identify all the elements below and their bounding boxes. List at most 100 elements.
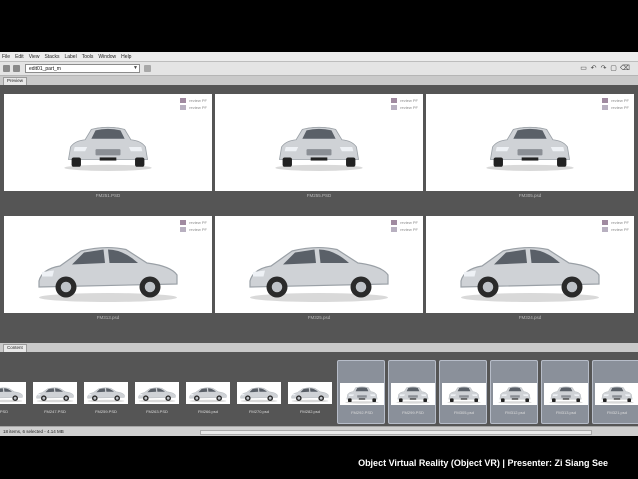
thumbnail-caption: FM299.PSD bbox=[402, 410, 424, 415]
preview-item[interactable]: review PF review PF bbox=[215, 216, 423, 313]
content-thumbnail[interactable]: FM282.psd bbox=[286, 360, 334, 424]
preview-caption: FM324.psd bbox=[518, 315, 542, 320]
car-front-image bbox=[495, 384, 535, 404]
label-legend: review PF review PF bbox=[391, 98, 418, 112]
thumbnail-image bbox=[135, 382, 179, 404]
legend-text: review PF bbox=[400, 227, 418, 232]
legend-entry: review PF bbox=[180, 220, 207, 225]
label-legend: review PF review PF bbox=[602, 98, 629, 112]
car-side-image bbox=[244, 230, 394, 305]
preview-item[interactable]: review PF review PF bbox=[426, 94, 634, 191]
thumbnail-caption: PSD bbox=[0, 409, 9, 414]
content-thumbnail[interactable]: FM321.psd bbox=[592, 360, 638, 424]
content-thumbnail[interactable]: FM263.PSD bbox=[133, 360, 181, 424]
tab-preview[interactable]: Preview bbox=[3, 77, 28, 85]
content-thumbnail[interactable]: FM299.PSD bbox=[388, 360, 436, 424]
thumbnail-image bbox=[0, 382, 26, 404]
menu-bar: File Edit View Stacks Label Tools Window Help bbox=[0, 52, 638, 62]
legend-text: review PF bbox=[611, 220, 629, 225]
path-value: edit01_part_m bbox=[29, 66, 61, 72]
legend-swatch bbox=[391, 220, 398, 225]
menu-item-edit[interactable]: Edit bbox=[15, 54, 24, 60]
bridge-window: File Edit View Stacks Label Tools Window Help e… bbox=[0, 52, 638, 436]
preview-item[interactable]: review PF review PF bbox=[215, 94, 423, 191]
menu-item-stacks[interactable]: Stacks bbox=[44, 54, 59, 60]
footer-text: Object Virtual Reality (Object VR) | Pre… bbox=[358, 458, 608, 468]
delete-icon[interactable]: ⌫ bbox=[620, 65, 630, 72]
legend-text: review PF bbox=[189, 98, 207, 103]
menu-item-label[interactable]: Label bbox=[64, 54, 76, 60]
status-bar: 18 items, 6 selected - 4.14 MB bbox=[0, 426, 638, 436]
menu-item-file[interactable]: File bbox=[2, 54, 10, 60]
tab-content[interactable]: Content bbox=[3, 344, 27, 352]
legend-text: review PF bbox=[400, 105, 418, 110]
thumbnail-caption: FM259.PSD bbox=[95, 409, 117, 414]
content-tab-row: Content bbox=[0, 343, 638, 352]
legend-swatch bbox=[602, 227, 609, 232]
legend-text: review PF bbox=[611, 105, 629, 110]
path-dropdown[interactable]: edit01_part_m ▼ bbox=[25, 64, 140, 73]
thumbnail-image bbox=[595, 383, 638, 405]
legend-swatch bbox=[180, 105, 187, 110]
content-thumbnail[interactable]: FM305.psd bbox=[439, 360, 487, 424]
legend-swatch bbox=[602, 105, 609, 110]
legend-swatch bbox=[180, 220, 187, 225]
legend-text: review PF bbox=[189, 105, 207, 110]
car-side-image bbox=[239, 383, 279, 403]
content-thumbnail[interactable]: FM312.psd bbox=[490, 360, 538, 424]
folder-up-icon[interactable] bbox=[144, 65, 151, 72]
menu-item-window[interactable]: Window bbox=[98, 54, 116, 60]
car-front-image bbox=[597, 384, 637, 404]
rotate-left-icon[interactable]: ↶ bbox=[590, 65, 597, 72]
legend-swatch bbox=[391, 105, 398, 110]
car-side-image bbox=[33, 230, 183, 305]
legend-swatch bbox=[391, 98, 398, 103]
status-text: 18 items, 6 selected - 4.14 MB bbox=[3, 429, 64, 434]
thumbnail-image bbox=[391, 383, 435, 405]
preview-item[interactable]: review PF review PF bbox=[426, 216, 634, 313]
chevron-down-icon[interactable]: ▼ bbox=[133, 66, 138, 71]
content-thumbnail[interactable]: FM247.PSD bbox=[31, 360, 79, 424]
preview-pane: review PF review PF FM251.PSD review PF revi… bbox=[0, 85, 638, 343]
menu-item-tools[interactable]: Tools bbox=[82, 54, 94, 60]
menu-item-view[interactable]: View bbox=[29, 54, 40, 60]
legend-entry: review PF bbox=[602, 220, 629, 225]
legend-entry: review PF bbox=[602, 98, 629, 103]
content-thumbnail[interactable]: FM270.psd bbox=[235, 360, 283, 424]
preview-caption: FM251.PSD bbox=[95, 193, 121, 198]
content-thumbnail[interactable]: FM313.psd bbox=[541, 360, 589, 424]
legend-text: review PF bbox=[189, 227, 207, 232]
new-folder-icon[interactable]: ▢ bbox=[610, 65, 617, 72]
legend-swatch bbox=[602, 98, 609, 103]
content-thumbnail[interactable]: PSD bbox=[0, 360, 28, 424]
horizontal-scrollbar[interactable] bbox=[200, 430, 592, 435]
car-front-image bbox=[478, 116, 582, 176]
preview-item[interactable]: review PF review PF bbox=[4, 216, 212, 313]
car-front-image bbox=[342, 384, 382, 404]
rotate-right-icon[interactable]: ↷ bbox=[600, 65, 607, 72]
car-side-image bbox=[188, 383, 228, 403]
back-icon[interactable] bbox=[3, 65, 10, 72]
car-side-image bbox=[137, 383, 177, 403]
car-front-image bbox=[56, 116, 160, 176]
content-thumbnail[interactable]: FM292.PSD bbox=[337, 360, 385, 424]
legend-entry: review PF bbox=[602, 105, 629, 110]
legend-swatch bbox=[180, 227, 187, 232]
forward-icon[interactable] bbox=[13, 65, 20, 72]
car-front-image bbox=[267, 116, 371, 176]
legend-text: review PF bbox=[400, 220, 418, 225]
content-thumbnail[interactable]: FM259.PSD bbox=[82, 360, 130, 424]
thumbnail-image bbox=[33, 382, 77, 404]
content-thumbnail[interactable]: FM266.psd bbox=[184, 360, 232, 424]
thumbnail-caption: FM312.psd bbox=[504, 410, 525, 415]
preview-item[interactable]: review PF review PF bbox=[4, 94, 212, 191]
car-front-image bbox=[546, 384, 586, 404]
thumbnail-image bbox=[340, 383, 384, 405]
legend-text: review PF bbox=[611, 227, 629, 232]
thumbnail-caption: FM321.psd bbox=[606, 410, 627, 415]
thumbnail-caption: FM270.psd bbox=[248, 409, 269, 414]
thumbnail-caption: FM313.psd bbox=[555, 410, 576, 415]
thumbnail-image bbox=[84, 382, 128, 404]
menu-item-help[interactable]: Help bbox=[121, 54, 131, 60]
thumbnail-size-icon[interactable]: ▭ bbox=[580, 65, 587, 72]
